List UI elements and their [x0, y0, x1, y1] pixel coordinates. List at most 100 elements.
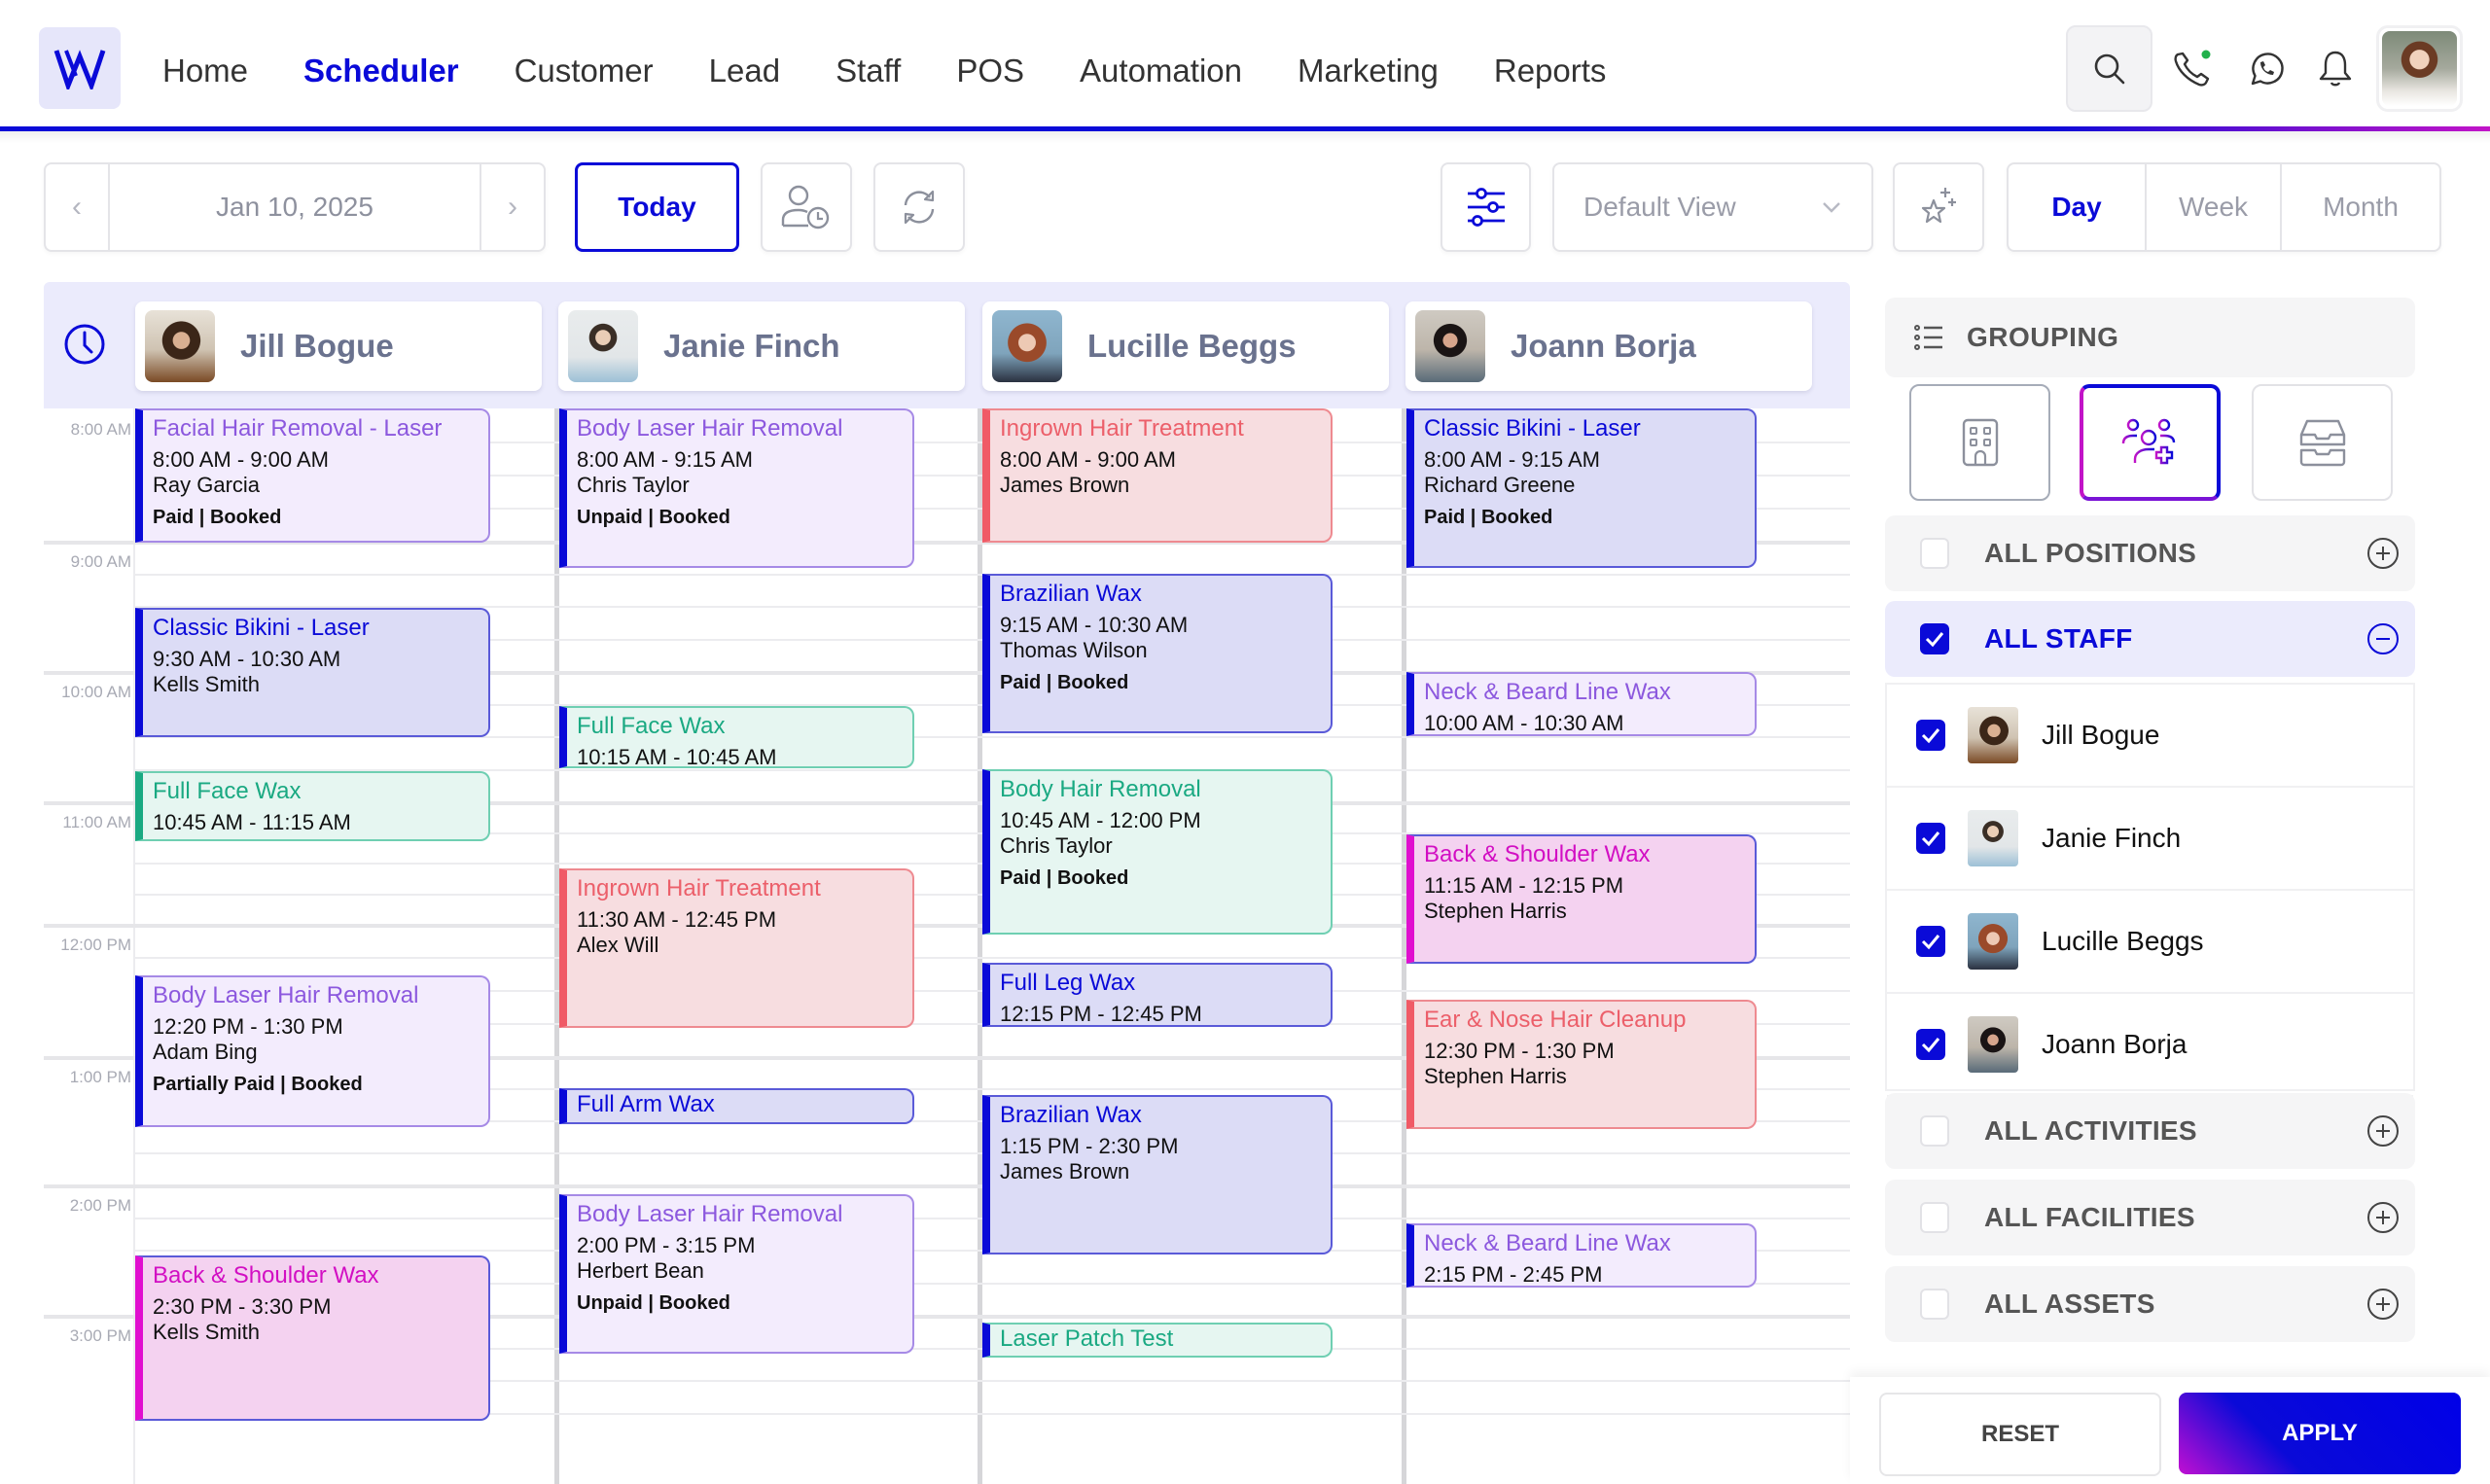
reset-button[interactable]: RESET — [1879, 1393, 2161, 1476]
user-avatar[interactable] — [2376, 25, 2463, 112]
nav-lead[interactable]: Lead — [709, 49, 780, 93]
appointment-card[interactable]: Classic Bikini - Laser 8:00 AM - 9:15 AM R… — [1406, 408, 1757, 568]
staff-checkbox[interactable] — [1916, 720, 1945, 751]
prev-day-button[interactable]: ‹ — [46, 164, 110, 250]
filter-settings-button[interactable] — [1441, 162, 1531, 252]
filter-label: ALL POSITIONS — [1984, 538, 2197, 568]
staff-checkbox[interactable] — [1916, 926, 1945, 957]
appointment-title: Full Leg Wax — [1000, 970, 1136, 996]
appointment-client: Herbert Bean — [577, 1258, 704, 1283]
search-button[interactable] — [2066, 25, 2152, 112]
expand-plus-icon[interactable] — [2366, 1114, 2400, 1148]
staff-availability-button[interactable] — [761, 162, 852, 252]
appointment-card[interactable]: Full Leg Wax 12:15 PM - 12:45 PM — [982, 963, 1333, 1027]
appointment-card[interactable]: Ingrown Hair Treatment 8:00 AM - 9:00 AM J… — [982, 408, 1333, 543]
nav-customer[interactable]: Customer — [515, 49, 654, 93]
time-label: 3:00 PM — [69, 1326, 131, 1345]
appointment-card[interactable]: Body Laser Hair Removal 12:20 PM - 1:30 P… — [135, 975, 490, 1127]
all-facilities-checkbox[interactable] — [1920, 1202, 1949, 1233]
appointment-title: Full Face Wax — [153, 778, 302, 804]
appointment-card[interactable]: Brazilian Wax 1:15 PM - 2:30 PM James Brow… — [982, 1095, 1333, 1254]
time-label: 10:00 AM — [61, 683, 131, 701]
view-select-dropdown[interactable]: Default View — [1552, 162, 1873, 252]
appointment-card[interactable]: Ingrown Hair Treatment 11:30 AM - 12:45 P… — [559, 868, 914, 1028]
tab-day[interactable]: Day — [2009, 164, 2147, 250]
appointment-card[interactable]: Back & Shoulder Wax 2:30 PM - 3:30 PM Kell… — [135, 1255, 490, 1421]
group-by-assets-option[interactable] — [2252, 384, 2393, 501]
filter-all-assets[interactable]: ALL ASSETS — [1885, 1266, 2415, 1342]
staff-avatar — [1415, 310, 1485, 382]
nav-reports[interactable]: Reports — [1494, 49, 1607, 93]
staff-column-header[interactable]: Janie Finch — [558, 301, 965, 391]
filter-all-facilities[interactable]: ALL FACILITIES — [1885, 1180, 2415, 1255]
nav-automation[interactable]: Automation — [1080, 49, 1242, 93]
appointment-card[interactable]: Body Laser Hair Removal 2:00 PM - 3:15 PM… — [559, 1194, 914, 1354]
tab-week[interactable]: Week — [2147, 164, 2282, 250]
grouping-header: GROUPING — [1885, 298, 2415, 377]
staff-name: Janie Finch — [2042, 823, 2182, 853]
filter-all-staff[interactable]: ALL STAFF — [1885, 601, 2415, 677]
checkmark-icon — [1921, 1038, 1940, 1053]
appointment-card[interactable]: Full Face Wax 10:45 AM - 11:15 AM — [135, 771, 490, 841]
appointment-status: Unpaid | Booked — [577, 507, 730, 528]
today-button[interactable]: Today — [575, 162, 739, 252]
bell-icon — [2319, 51, 2352, 87]
nav-pos[interactable]: POS — [956, 49, 1024, 93]
phone-button[interactable] — [2170, 47, 2215, 91]
appointment-time: 11:30 AM - 12:45 PM — [577, 907, 777, 932]
nav-marketing[interactable]: Marketing — [1298, 49, 1439, 93]
appointment-client: James Brown — [1000, 473, 1130, 497]
staff-avatar — [1968, 810, 2018, 866]
staff-column-header[interactable]: Lucille Beggs — [982, 301, 1389, 391]
staff-column-header[interactable]: Joann Borja — [1405, 301, 1812, 391]
expand-plus-icon[interactable] — [2366, 1288, 2400, 1321]
filter-all-positions[interactable]: ALL POSITIONS — [1885, 515, 2415, 591]
staff-column-header[interactable]: Jill Bogue — [135, 301, 542, 391]
whatsapp-button[interactable] — [2244, 47, 2289, 91]
expand-plus-icon[interactable] — [2366, 1201, 2400, 1234]
appointment-card[interactable]: Brazilian Wax 9:15 AM - 10:30 AM Thomas Wi… — [982, 574, 1333, 733]
staff-filter-item[interactable]: Jill Bogue — [1887, 685, 2413, 788]
notifications-button[interactable] — [2313, 47, 2358, 91]
app-logo[interactable] — [39, 27, 121, 109]
appointment-card[interactable]: Neck & Beard Line Wax 10:00 AM - 10:30 AM — [1406, 672, 1757, 736]
filter-all-activities[interactable]: ALL ACTIVITIES — [1885, 1093, 2415, 1169]
refresh-button[interactable] — [873, 162, 965, 252]
appointment-card[interactable]: Full Arm Wax — [559, 1088, 914, 1124]
appointment-card[interactable]: Laser Patch Test — [982, 1323, 1333, 1358]
sliders-icon — [1467, 188, 1505, 227]
staff-filter-item[interactable]: Lucille Beggs — [1887, 891, 2413, 994]
staff-checkbox[interactable] — [1916, 1029, 1945, 1060]
appointment-card[interactable]: Classic Bikini - Laser 9:30 AM - 10:30 AM… — [135, 608, 490, 737]
tab-month[interactable]: Month — [2282, 164, 2439, 250]
staff-filter-item[interactable]: Joann Borja — [1887, 994, 2413, 1097]
appointment-card[interactable]: Facial Hair Removal - Laser 8:00 AM - 9:0… — [135, 408, 490, 543]
appointment-client: Kells Smith — [153, 672, 261, 696]
nav-home[interactable]: Home — [162, 49, 248, 93]
group-by-location-option[interactable] — [1909, 384, 2050, 501]
appointment-card[interactable]: Back & Shoulder Wax 11:15 AM - 12:15 PM St… — [1406, 834, 1757, 964]
filter-label: ALL ASSETS — [1984, 1289, 2155, 1319]
appointment-card[interactable]: Neck & Beard Line Wax 2:15 PM - 2:45 PM — [1406, 1223, 1757, 1288]
all-staff-checkbox[interactable] — [1920, 623, 1949, 654]
current-date[interactable]: Jan 10, 2025 — [110, 192, 480, 223]
appointment-card[interactable]: Ear & Nose Hair Cleanup 12:30 PM - 1:30 P… — [1406, 1000, 1757, 1129]
all-activities-checkbox[interactable] — [1920, 1115, 1949, 1147]
staff-checkbox[interactable] — [1916, 823, 1945, 854]
appointment-card[interactable]: Full Face Wax 10:15 AM - 10:45 AM — [559, 706, 914, 768]
next-day-button[interactable]: › — [480, 164, 544, 250]
collapse-minus-icon[interactable] — [2366, 622, 2400, 655]
all-positions-checkbox[interactable] — [1920, 538, 1949, 569]
appointment-card[interactable]: Body Hair Removal 10:45 AM - 12:00 PM Chri… — [982, 769, 1333, 935]
appointment-status: Paid | Booked — [1424, 507, 1553, 528]
nav-staff[interactable]: Staff — [836, 49, 901, 93]
favorite-view-button[interactable] — [1893, 162, 1984, 252]
staff-filter-item[interactable]: Janie Finch — [1887, 788, 2413, 891]
expand-plus-icon[interactable] — [2366, 537, 2400, 570]
appointment-card[interactable]: Body Laser Hair Removal 8:00 AM - 9:15 AM… — [559, 408, 914, 568]
w-logo-icon — [53, 50, 106, 89]
nav-scheduler[interactable]: Scheduler — [303, 49, 459, 93]
apply-button[interactable]: APPLY — [2179, 1393, 2461, 1474]
all-assets-checkbox[interactable] — [1920, 1289, 1949, 1320]
group-by-staff-option[interactable] — [2080, 384, 2221, 501]
